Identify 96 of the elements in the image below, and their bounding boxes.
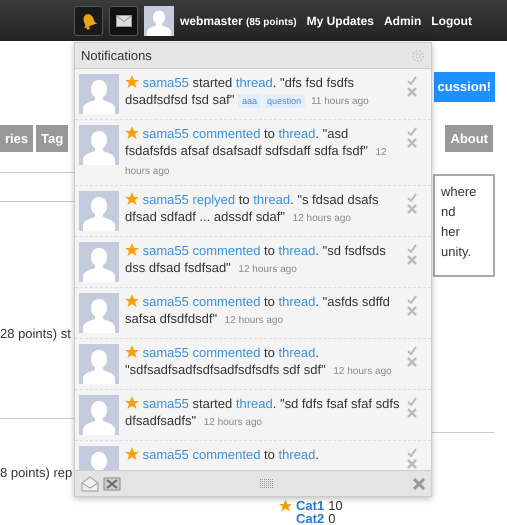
thread-link[interactable]: thread [278,243,316,258]
avatar-icon [79,293,119,333]
star-icon [125,294,139,307]
avatar-icon [144,6,174,36]
info-text: her [441,223,461,241]
info-text: unity. [441,243,472,261]
thread-link[interactable]: thread [253,192,290,207]
check-icon[interactable] [407,346,417,355]
user-link[interactable]: sama55 [142,126,189,141]
close-icon[interactable] [407,204,417,214]
notification-text: sama55 replyed to thread. "s fdsad dsafs dfsad sdfadf ... adssdf sdaf" 12 hours ago [125,191,380,226]
user-link[interactable]: sama55 [142,447,189,462]
close-icon[interactable] [413,478,425,490]
envelope-icon [116,14,132,26]
action-link[interactable]: commented [192,126,260,141]
category-count: 0 [328,512,336,525]
avatar-icon [79,74,119,114]
action-link[interactable]: commented [192,243,260,258]
envelope-open-icon[interactable] [81,476,99,492]
timestamp: 12 hours ago [204,417,262,428]
star-icon [125,396,139,409]
notification-text: sama55 started thread. "dfs fsd fsdfs dsadfsdfsd fsd saf" aaa question 11 hours ago [125,74,370,110]
timestamp: 12 hours ago [238,264,297,275]
notification-text: sama55 commented to thread. "sd fsdfsds dss dfsad fsdfsad" 12 hours ago [125,242,387,277]
action-link[interactable]: replyed [192,192,236,207]
start-discussion-button[interactable]: cussion! [434,72,495,102]
star-icon [125,126,139,139]
avatar-icon [79,191,119,231]
timestamp: 12 hours ago [292,213,351,224]
close-icon[interactable] [407,255,417,265]
thread-link[interactable]: thread [278,447,316,462]
action-link[interactable]: commented [192,447,260,462]
activity-text: 8 points) rep [0,464,72,482]
avatar-icon [79,242,119,282]
notification-text: sama55 commented to thread. "sdfsadfsadfsdfsadfsdfsdfs sdf sdf" 12 hours ago [125,344,393,379]
envelope-delete-icon[interactable] [103,476,121,492]
top-link[interactable]: Admin [384,12,422,30]
nav-tab[interactable]: ries [0,124,34,152]
thread-link[interactable]: thread [236,396,273,411]
close-icon[interactable] [407,408,417,418]
action-link[interactable]: commented [192,345,260,360]
messages-button[interactable] [109,6,138,36]
star-icon [125,447,139,460]
user-link[interactable]: sama55 [142,345,189,360]
nav-tab[interactable]: About [445,124,493,152]
avatar-icon [79,125,119,165]
check-icon[interactable] [407,193,417,202]
check-icon[interactable] [407,244,417,253]
avatar-icon [79,395,119,435]
category-link[interactable]: Cat1 [296,499,324,512]
notification-text: sama55 started thread. "sd fdfs fsaf sfaf sdfs dfsadfsadfs" 12 hours ago [125,395,400,430]
star-icon [125,345,139,358]
notification-text: sama55 commented to thread. "asd fsdafsfds afsaf dsafsadf sdfsdaff sdfa fsdf" 12 hours ago [125,125,388,179]
thread-link[interactable]: thread [278,294,316,309]
top-link[interactable]: My Updates [306,12,374,30]
timestamp: 12 hours ago [224,315,284,326]
user-link[interactable]: sama55 [142,243,189,258]
user-link[interactable]: sama55 [142,192,189,207]
panel-title: Notifications [81,46,152,65]
nav-tab[interactable]: Tag [36,124,68,152]
notifications-button[interactable] [74,6,103,36]
star-icon [125,243,139,256]
avatar-icon [79,344,119,384]
check-icon[interactable] [407,448,417,457]
category-link[interactable]: Cat2 [296,512,324,525]
tag-label[interactable]: question [263,94,306,108]
notification-text: sama55 commented to thread. [125,446,401,470]
info-text: where [441,183,478,201]
thread-link[interactable]: thread [236,75,273,90]
settings-icon[interactable] [411,48,425,62]
user-link[interactable]: webmaster (85 points) [180,12,297,30]
top-link[interactable]: Logout [431,12,472,30]
star-icon [125,192,139,205]
timestamp: 11 hours ago [311,96,369,107]
notification-text: sama55 commented to thread. "asfds sdffd safsa dfsdfdsdf" 12 hours ago [125,293,391,328]
star-icon [125,75,139,88]
check-icon[interactable] [407,397,417,406]
thread-link[interactable]: thread [278,345,316,360]
check-icon[interactable] [407,127,417,136]
close-icon[interactable] [407,87,417,97]
info-text: nd [441,203,456,221]
action-link[interactable]: commented [192,294,260,309]
close-icon[interactable] [407,357,417,367]
activity-text: 28 points) st [0,325,71,343]
check-icon[interactable] [407,295,417,304]
timestamp: 12 hours ago [333,366,392,377]
user-link[interactable]: sama55 [142,294,189,309]
user-link[interactable]: sama55 [142,396,189,411]
close-icon[interactable] [407,306,417,316]
user-link[interactable]: sama55 [142,75,189,90]
thread-link[interactable]: thread [278,126,316,141]
tag-label[interactable]: aaa [238,94,262,108]
check-icon[interactable] [407,76,417,85]
category-count: 10 [328,499,343,512]
close-icon[interactable] [407,459,417,469]
close-icon[interactable] [407,138,417,148]
